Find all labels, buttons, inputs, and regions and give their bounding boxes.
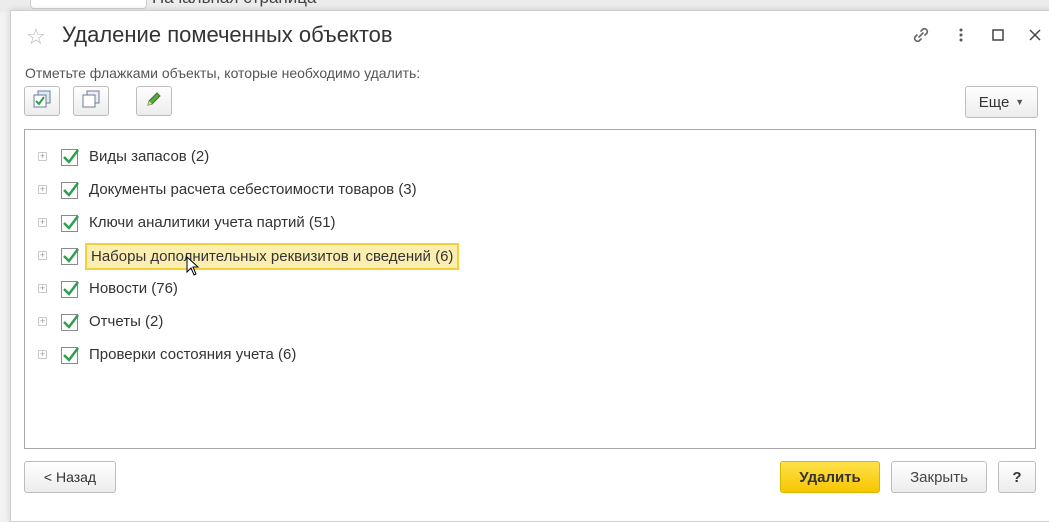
- background-tab[interactable]: [30, 0, 147, 9]
- pencil-icon: [145, 90, 163, 113]
- favorite-star-icon[interactable]: ☆: [26, 24, 46, 50]
- link-icon[interactable]: [909, 23, 933, 47]
- item-checkbox[interactable]: [61, 281, 79, 298]
- item-checkbox[interactable]: [61, 248, 79, 265]
- check-all-icon: [32, 89, 52, 114]
- expand-icon[interactable]: +: [38, 185, 47, 194]
- dialog-title: Удаление помеченных объектов: [62, 22, 393, 47]
- expand-icon[interactable]: +: [38, 350, 47, 359]
- check-all-button[interactable]: [24, 86, 60, 116]
- uncheck-all-button[interactable]: [73, 86, 109, 116]
- background-tab-title: Начальная страница: [152, 0, 317, 8]
- list-item[interactable]: + Проверки состояния учета (6): [25, 340, 1025, 370]
- list-item[interactable]: + Отчеты (2): [25, 307, 1025, 337]
- help-button[interactable]: ?: [998, 461, 1036, 493]
- item-checkbox[interactable]: [61, 149, 79, 166]
- list-item-label: Ключи аналитики учета партий (51): [89, 214, 336, 231]
- close-icon[interactable]: [1023, 23, 1047, 47]
- maximize-icon[interactable]: [986, 23, 1010, 47]
- list-item-label: Новости (76): [89, 280, 178, 297]
- list-item-selected[interactable]: + Наборы дополнительных реквизитов и све…: [25, 241, 1025, 271]
- item-checkbox[interactable]: [61, 347, 79, 364]
- list-item[interactable]: + Новости (76): [25, 274, 1025, 304]
- back-button[interactable]: < Назад: [24, 461, 116, 493]
- list-item-label: Проверки состояния учета (6): [89, 346, 297, 363]
- list-item-label: Документы расчета себестоимости товаров …: [89, 181, 417, 198]
- chevron-down-icon: ▼: [1015, 97, 1025, 107]
- more-button-label: Еще: [978, 93, 1010, 111]
- list-item-label: Наборы дополнительных реквизитов и сведе…: [85, 243, 460, 270]
- mouse-cursor-icon: [186, 255, 200, 281]
- more-vertical-icon[interactable]: [949, 23, 973, 47]
- objects-tree-list[interactable]: + Виды запасов (2) + Документы расчета с…: [24, 129, 1036, 449]
- dialog-window: ☆ Удаление помеченных объектов Отметьте …: [10, 10, 1049, 522]
- list-item[interactable]: + Документы расчета себестоимости товаро…: [25, 175, 1025, 205]
- instruction-text: Отметьте флажками объекты, которые необх…: [25, 65, 421, 81]
- delete-button[interactable]: Удалить: [780, 461, 880, 493]
- uncheck-all-icon: [81, 89, 101, 114]
- close-button[interactable]: Закрыть: [891, 461, 987, 493]
- item-checkbox[interactable]: [61, 314, 79, 331]
- expand-icon[interactable]: +: [38, 317, 47, 326]
- expand-icon[interactable]: +: [38, 152, 47, 161]
- more-button[interactable]: Еще ▼: [965, 86, 1038, 118]
- expand-icon[interactable]: +: [38, 251, 47, 260]
- list-item-label: Виды запасов (2): [89, 148, 210, 165]
- item-checkbox[interactable]: [61, 182, 79, 199]
- expand-icon[interactable]: +: [38, 218, 47, 227]
- list-item[interactable]: + Ключи аналитики учета партий (51): [25, 208, 1025, 238]
- expand-icon[interactable]: +: [38, 284, 47, 293]
- item-checkbox[interactable]: [61, 215, 79, 232]
- list-item[interactable]: + Виды запасов (2): [25, 142, 1025, 172]
- edit-button[interactable]: [136, 86, 172, 116]
- list-item-label: Отчеты (2): [89, 313, 164, 330]
